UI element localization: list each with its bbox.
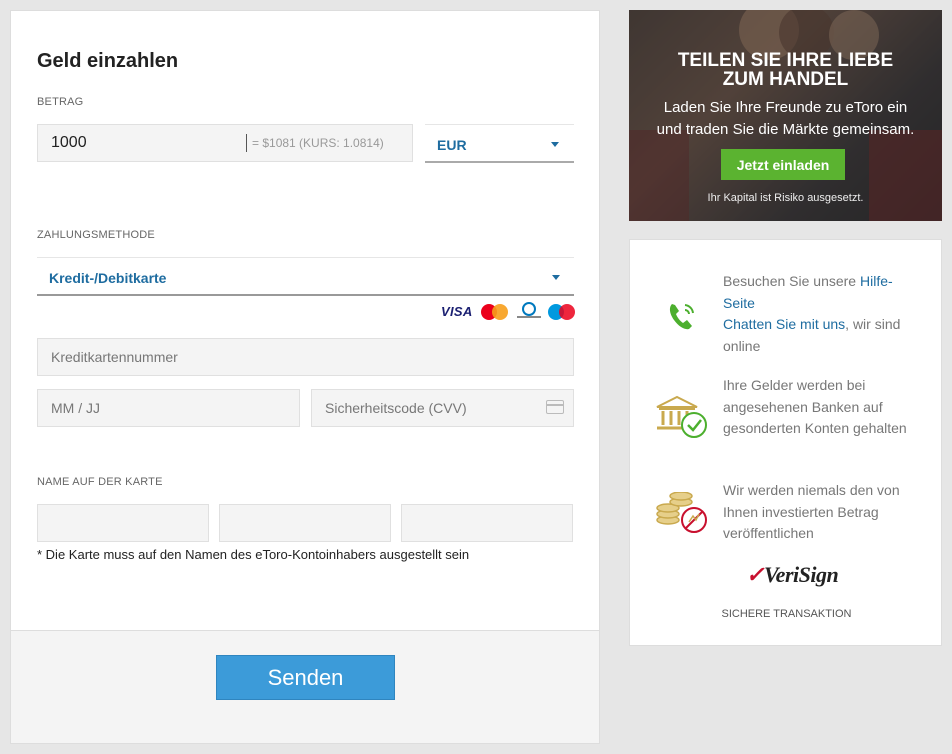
phone-icon	[669, 304, 694, 330]
chevron-down-icon	[552, 275, 560, 280]
card-name-last-input[interactable]	[401, 504, 573, 542]
banner-title: TEILEN SIE IHRE LIEBE ZUM HANDEL	[677, 50, 894, 90]
submit-button[interactable]: Senden	[216, 655, 395, 700]
bank-check-icon	[656, 395, 707, 438]
trust-panel: Besuchen Sie unsere Hilfe-Seite Chatten S…	[629, 239, 942, 646]
banks-text: Ihre Gelder werden bei angesehenen Banke…	[723, 377, 907, 436]
amount-input[interactable]	[38, 125, 243, 161]
support-text: Besuchen Sie unsere Hilfe-Seite Chatten S…	[723, 271, 923, 357]
secure-transaction-label: SICHERE TRANSAKTION	[721, 608, 852, 620]
banner-subtitle: Laden Sie Ihre Freunde zu eToro ein und …	[656, 99, 915, 138]
chevron-down-icon	[551, 142, 559, 147]
invite-button[interactable]: Jetzt einladen	[721, 149, 845, 180]
verisign-logo: ✓VeriSign	[746, 562, 839, 587]
currency-value: EUR	[437, 137, 467, 153]
diners-club-logo	[517, 302, 541, 322]
amount-conversion: = $1081 (KURS: 1.0814)	[252, 136, 384, 150]
mastercard-logo	[481, 304, 509, 320]
card-name-middle-input[interactable]	[219, 504, 391, 542]
amount-label: BETRAG	[37, 96, 84, 108]
card-name-first-input[interactable]	[37, 504, 209, 542]
support-text-prefix: Besuchen Sie unsere	[723, 273, 860, 289]
invite-banner[interactable]: TEILEN SIE IHRE LIEBE ZUM HANDEL Laden S…	[629, 10, 942, 221]
cvv-input[interactable]	[311, 389, 574, 427]
form-footer: Senden	[11, 630, 599, 743]
payment-method-select[interactable]: Kredit-/Debitkarte	[37, 257, 574, 296]
card-number-input[interactable]	[37, 338, 574, 376]
coins-privacy-icon	[656, 492, 707, 533]
maestro-logo	[548, 304, 576, 320]
cvv-card-icon	[546, 400, 564, 414]
currency-select[interactable]: EUR	[425, 124, 574, 163]
page-title: Geld einzahlen	[37, 50, 179, 72]
card-holder-note: * Die Karte muss auf den Namen des eToro…	[37, 547, 470, 562]
privacy-text: Wir werden niemals den von Ihnen investi…	[723, 482, 900, 541]
amount-field: = $1081 (KURS: 1.0814)	[37, 124, 413, 162]
expiry-input[interactable]	[37, 389, 300, 427]
banner-risk-note: Ihr Kapital ist Risiko ausgesetzt.	[707, 192, 864, 204]
payment-method-label: ZAHLUNGSMETHODE	[37, 229, 155, 241]
card-name-label: NAME AUF DER KARTE	[37, 476, 163, 488]
amount-divider	[246, 134, 247, 152]
payment-method-value: Kredit-/Debitkarte	[49, 270, 167, 286]
chat-link[interactable]: Chatten Sie mit uns	[723, 316, 845, 332]
visa-logo: VISA	[441, 304, 473, 319]
deposit-panel: Geld einzahlen BETRAG = $1081 (KURS: 1.0…	[10, 10, 600, 744]
card-logos: VISA	[441, 302, 576, 322]
